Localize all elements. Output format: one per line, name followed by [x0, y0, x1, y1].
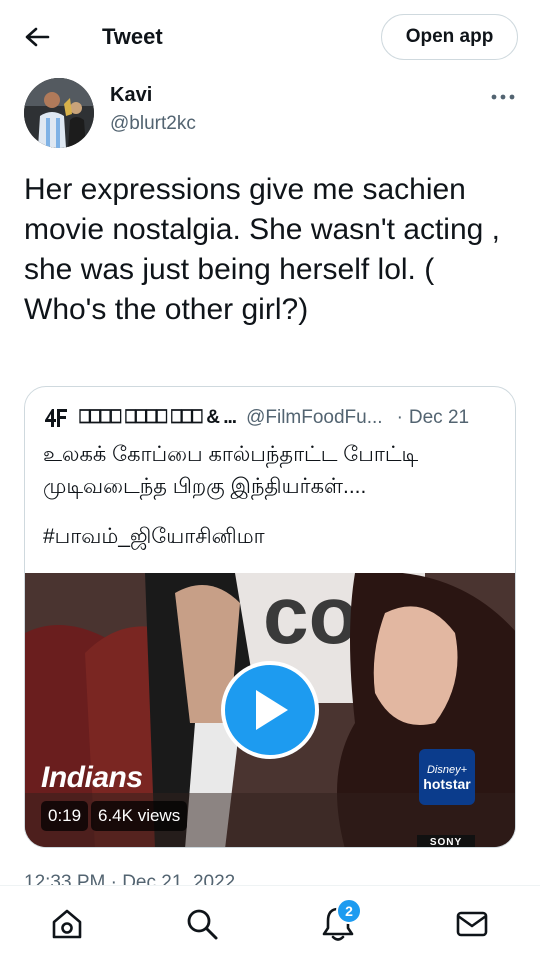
- avatar-image: [24, 78, 94, 148]
- author-name[interactable]: Kavi: [110, 84, 152, 107]
- open-app-button[interactable]: Open app: [381, 14, 518, 60]
- quoted-tweet-header: ⎕⎕⎕⎕ ⎕⎕⎕⎕ ⎕⎕⎕ & ... @FilmFoodFu... · Dec…: [43, 405, 503, 431]
- quoted-author-logo: [43, 406, 69, 430]
- date-separator: ·: [396, 407, 403, 428]
- avatar[interactable]: [24, 78, 94, 148]
- quoted-tweet-hashtag[interactable]: #பாவம்_ஜியோசினிமா: [43, 521, 265, 553]
- quoted-author-name: ⎕⎕⎕⎕ ⎕⎕⎕⎕ ⎕⎕⎕ & ...: [79, 407, 237, 428]
- nav-search[interactable]: [182, 904, 222, 944]
- quoted-author-handle: @FilmFoodFu...: [246, 407, 383, 428]
- video-caption: Indians: [41, 761, 143, 794]
- arrow-left-icon: [25, 27, 50, 47]
- home-icon: [52, 909, 82, 939]
- tweet-text: Her expressions give me sachien movie no…: [24, 173, 500, 326]
- more-button[interactable]: [488, 84, 518, 110]
- play-icon: [256, 690, 288, 730]
- video-views: 6.4K views: [91, 801, 188, 831]
- notifications-badge: 2: [336, 898, 362, 924]
- video-player[interactable]: col Indians 0:19 6.4K views Disney+ hots…: [25, 573, 515, 847]
- back-button[interactable]: [20, 20, 54, 54]
- nav-messages[interactable]: [452, 904, 492, 944]
- sony-logo: SONY: [417, 835, 475, 847]
- more-horizontal-icon: [491, 94, 515, 100]
- quoted-tweet-date: Dec 21: [408, 407, 470, 428]
- search-icon: [187, 909, 218, 940]
- page-title: Tweet: [102, 24, 163, 49]
- quoted-tweet[interactable]: ⎕⎕⎕⎕ ⎕⎕⎕⎕ ⎕⎕⎕ & ... @FilmFoodFu... · Dec…: [24, 386, 516, 848]
- top-bar: Tweet Open app: [0, 0, 540, 72]
- quoted-tweet-text: உலகக் கோப்பை கால்பந்தாட்ட போட்டி முடிவடை…: [43, 443, 419, 498]
- author-handle[interactable]: @blurt2kc: [110, 113, 196, 135]
- watermark-line2: hotstar: [423, 776, 471, 792]
- hotstar-watermark: Disney+ hotstar: [419, 749, 475, 805]
- watermark-line1: Disney+: [426, 764, 468, 776]
- bottom-nav: 2: [0, 885, 540, 960]
- video-duration: 0:19: [41, 801, 89, 831]
- play-button[interactable]: [221, 661, 319, 759]
- messages-icon: [456, 911, 488, 937]
- nav-home[interactable]: [47, 904, 87, 944]
